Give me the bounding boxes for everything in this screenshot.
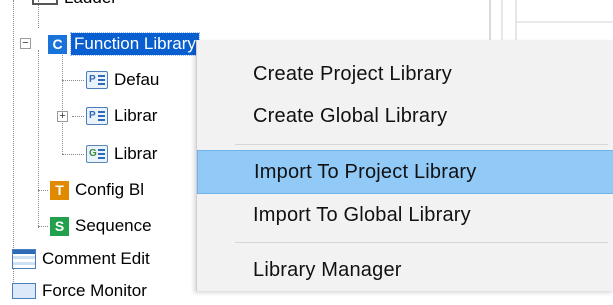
- tree-item-label: Force Monitor: [42, 281, 147, 300]
- t-icon: T: [50, 180, 69, 200]
- tree-item-library[interactable]: P Librar: [86, 102, 157, 130]
- menu-item-import-to-project-library[interactable]: Import To Project Library: [197, 150, 613, 194]
- c-icon: C: [48, 34, 67, 54]
- menu-item-create-project-library[interactable]: Create Project Library: [197, 52, 613, 96]
- menu-item-label: Create Global Library: [253, 104, 448, 127]
- tree-item-function-library[interactable]: C Function Library: [48, 30, 200, 58]
- menu-item-label: Library Manager: [253, 258, 402, 281]
- tree-item-default-library[interactable]: P Defau: [86, 66, 159, 94]
- menu-item-label: Import To Project Library: [254, 160, 477, 183]
- comment-icon: [12, 249, 36, 269]
- tree-connector: [62, 80, 84, 81]
- menu-item-library-manager[interactable]: Library Manager: [197, 248, 613, 292]
- tree-item-label: Function Library: [70, 32, 200, 56]
- p-icon: P: [86, 107, 108, 125]
- tree-item-label: Config Bl: [75, 180, 144, 199]
- tree-item-label: Defau: [114, 70, 160, 89]
- tree-item-ladder[interactable]: Ladder: [32, 0, 117, 12]
- collapse-toggle[interactable]: −: [20, 38, 31, 49]
- tree-item-force-monitor[interactable]: Force Monitor: [12, 277, 147, 305]
- menu-item-label: Import To Global Library: [253, 203, 471, 226]
- monitor-icon: [12, 283, 36, 299]
- tree-item-label: Sequence: [75, 216, 152, 235]
- tree-item-comment-editor[interactable]: Comment Edit: [12, 245, 150, 273]
- tree-connector: [38, 226, 48, 227]
- s-icon: S: [50, 216, 69, 236]
- context-menu: Create Project Library Create Global Lib…: [196, 40, 613, 291]
- menu-item-create-global-library[interactable]: Create Global Library: [197, 94, 613, 138]
- tree-connector: [62, 154, 84, 155]
- menu-separator: [235, 242, 608, 243]
- tree-item-label: Ladder: [64, 0, 117, 8]
- tree-item-global-library[interactable]: G Librar: [86, 140, 157, 168]
- menu-item-import-to-global-library[interactable]: Import To Global Library: [197, 193, 613, 237]
- tree-item-label: Librar: [114, 144, 158, 163]
- p-icon: P: [86, 71, 108, 89]
- menu-item-label: Create Project Library: [253, 62, 452, 85]
- menu-separator: [235, 144, 608, 145]
- tree-item-label: Librar: [114, 106, 158, 125]
- g-icon: G: [86, 145, 108, 163]
- tree-connector: [72, 116, 84, 117]
- expand-toggle[interactable]: +: [57, 111, 68, 122]
- tree-item-label: Comment Edit: [42, 249, 150, 268]
- tree-connector: [38, 50, 39, 228]
- tree-connector: [38, 190, 48, 191]
- ladder-icon: [32, 0, 58, 5]
- tree-item-sequence[interactable]: S Sequence: [50, 212, 152, 240]
- tree-item-config-block[interactable]: T Config Bl: [50, 176, 144, 204]
- tree-connector: [62, 50, 63, 154]
